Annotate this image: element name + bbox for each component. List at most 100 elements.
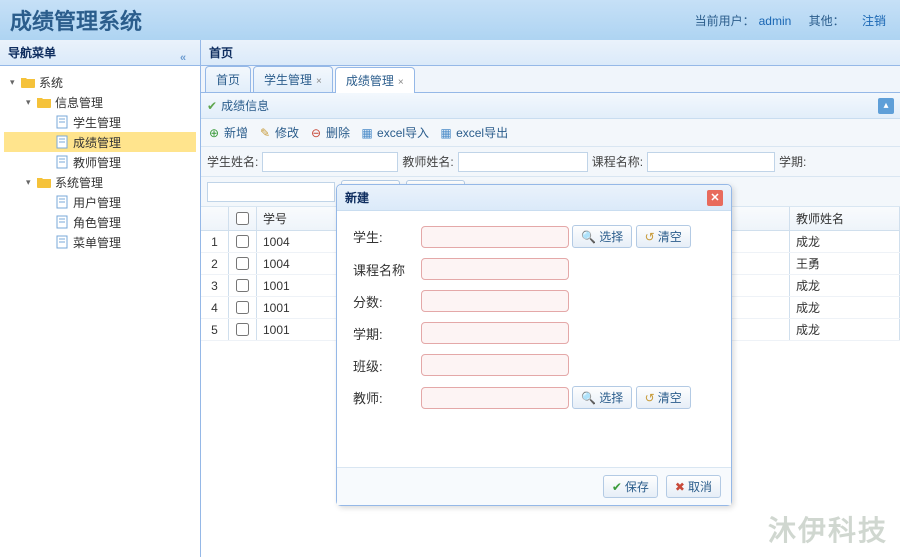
filter-row: 学生姓名: 教师姓名: 课程名称: 学期: — [201, 147, 900, 177]
tree-node-teacher[interactable]: 教师管理 — [4, 152, 196, 172]
row-checkbox[interactable] — [236, 235, 249, 248]
excel-export-icon: ▦ — [439, 126, 453, 140]
course-name-input[interactable] — [647, 152, 775, 172]
add-button[interactable]: ⊕新增 — [207, 124, 248, 141]
term-input[interactable] — [207, 182, 335, 202]
app-header: 成绩管理系统 当前用户： admin 其他： 注销 — [0, 0, 900, 40]
score-field[interactable] — [421, 290, 569, 312]
tab-grade[interactable]: 成绩管理 × — [335, 67, 415, 93]
user-link[interactable]: admin — [759, 14, 792, 28]
tab-student[interactable]: 学生管理 × — [253, 66, 333, 92]
tree-label: 角色管理 — [73, 214, 121, 231]
tab-label: 学生管理 — [264, 73, 312, 87]
field-label: 分数: — [353, 292, 421, 311]
class-field[interactable] — [421, 354, 569, 376]
current-user-label: 当前用户： — [695, 14, 755, 28]
btn-label: excel导入 — [377, 124, 429, 141]
tab-label: 成绩管理 — [346, 74, 394, 88]
folder-icon — [36, 94, 52, 110]
tree-node-menu-mgmt[interactable]: 菜单管理 — [4, 232, 196, 252]
app-logo: 成绩管理系统 — [10, 4, 142, 36]
cell-teacher: 成龙 — [790, 231, 900, 252]
collapse-icon[interactable]: « — [180, 45, 196, 61]
cell-check[interactable] — [229, 297, 257, 318]
row-checkbox[interactable] — [236, 301, 249, 314]
clear-teacher-button[interactable]: ↺清空 — [636, 386, 691, 409]
tree-label: 成绩管理 — [73, 134, 121, 151]
page-icon — [54, 134, 70, 150]
btn-label: 保存 — [625, 478, 649, 495]
cell-teacher: 成龙 — [790, 297, 900, 318]
col-check[interactable] — [229, 207, 257, 230]
save-button[interactable]: ✔保存 — [603, 475, 658, 498]
tree-label: 信息管理 — [55, 94, 103, 111]
tree-label: 系统 — [39, 74, 63, 91]
cell-check[interactable] — [229, 231, 257, 252]
field-label: 学期: — [353, 324, 421, 343]
cell-rownum: 2 — [201, 253, 229, 274]
row-checkbox[interactable] — [236, 279, 249, 292]
tab-home[interactable]: 首页 — [205, 66, 251, 92]
dialog-title: 新建 — [345, 189, 369, 206]
folder-icon — [20, 74, 36, 90]
cancel-button[interactable]: ✖取消 — [666, 475, 721, 498]
logout-link[interactable]: 注销 — [862, 14, 886, 28]
clear-student-button[interactable]: ↺清空 — [636, 225, 691, 248]
sidebar-title: 导航菜单 « — [0, 40, 200, 66]
page-icon — [54, 194, 70, 210]
check-all[interactable] — [236, 212, 249, 225]
btn-label: 清空 — [658, 389, 682, 406]
cell-id: 1001 — [257, 319, 345, 340]
tree-node-info[interactable]: ▾信息管理 — [4, 92, 196, 112]
tab-strip: 首页 学生管理 × 成绩管理 × — [201, 66, 900, 93]
select-teacher-button[interactable]: 🔍选择 — [572, 386, 632, 409]
other-label: 其他： — [809, 14, 845, 28]
col-id[interactable]: 学号 — [257, 207, 345, 230]
student-name-input[interactable] — [262, 152, 398, 172]
tree-node-system[interactable]: ▾系统 — [4, 72, 196, 92]
cell-rownum: 4 — [201, 297, 229, 318]
page-icon — [54, 234, 70, 250]
term-field[interactable] — [421, 322, 569, 344]
select-student-button[interactable]: 🔍选择 — [572, 225, 632, 248]
clear-icon: ↺ — [645, 230, 655, 244]
cell-teacher: 王勇 — [790, 253, 900, 274]
tree-node-user-mgmt[interactable]: 用户管理 — [4, 192, 196, 212]
course-field[interactable] — [421, 258, 569, 280]
new-dialog: 新建 ✕ 学生: 🔍选择 ↺清空 课程名称 分数: 学期: 班级: 教师: 🔍选… — [336, 184, 732, 506]
cell-check[interactable] — [229, 253, 257, 274]
cell-check[interactable] — [229, 275, 257, 296]
search-icon: 🔍 — [581, 230, 596, 244]
close-icon[interactable]: × — [316, 76, 322, 87]
import-button[interactable]: ▦excel导入 — [360, 124, 429, 141]
delete-button[interactable]: ⊖删除 — [309, 124, 350, 141]
col-rownum — [201, 207, 229, 230]
cell-id: 1001 — [257, 275, 345, 296]
edit-button[interactable]: ✎修改 — [258, 124, 299, 141]
close-icon[interactable]: ✕ — [707, 190, 723, 206]
teacher-name-input[interactable] — [458, 152, 588, 172]
btn-label: 删除 — [326, 124, 350, 141]
tab-label: 首页 — [216, 73, 240, 87]
teacher-field[interactable] — [421, 387, 569, 409]
row-checkbox[interactable] — [236, 257, 249, 270]
tree-node-role-mgmt[interactable]: 角色管理 — [4, 212, 196, 232]
tree-node-student[interactable]: 学生管理 — [4, 112, 196, 132]
pencil-icon: ✎ — [258, 126, 272, 140]
check-icon: ✔ — [207, 99, 217, 113]
row-checkbox[interactable] — [236, 323, 249, 336]
check-icon: ✔ — [612, 480, 622, 494]
cell-check[interactable] — [229, 319, 257, 340]
tree-label: 系统管理 — [55, 174, 103, 191]
tree-node-sys-mgmt[interactable]: ▾系统管理 — [4, 172, 196, 192]
export-button[interactable]: ▦excel导出 — [439, 124, 508, 141]
col-teacher[interactable]: 教师姓名 — [790, 207, 900, 230]
cell-teacher: 成龙 — [790, 275, 900, 296]
close-icon[interactable]: × — [398, 77, 404, 88]
collapse-panel-icon[interactable]: ▴ — [878, 98, 894, 114]
dialog-title-bar[interactable]: 新建 ✕ — [337, 185, 731, 211]
tree-node-grade[interactable]: 成绩管理 — [4, 132, 196, 152]
student-field[interactable] — [421, 226, 569, 248]
cancel-icon: ✖ — [675, 480, 685, 494]
sidebar-title-text: 导航菜单 — [8, 46, 56, 60]
